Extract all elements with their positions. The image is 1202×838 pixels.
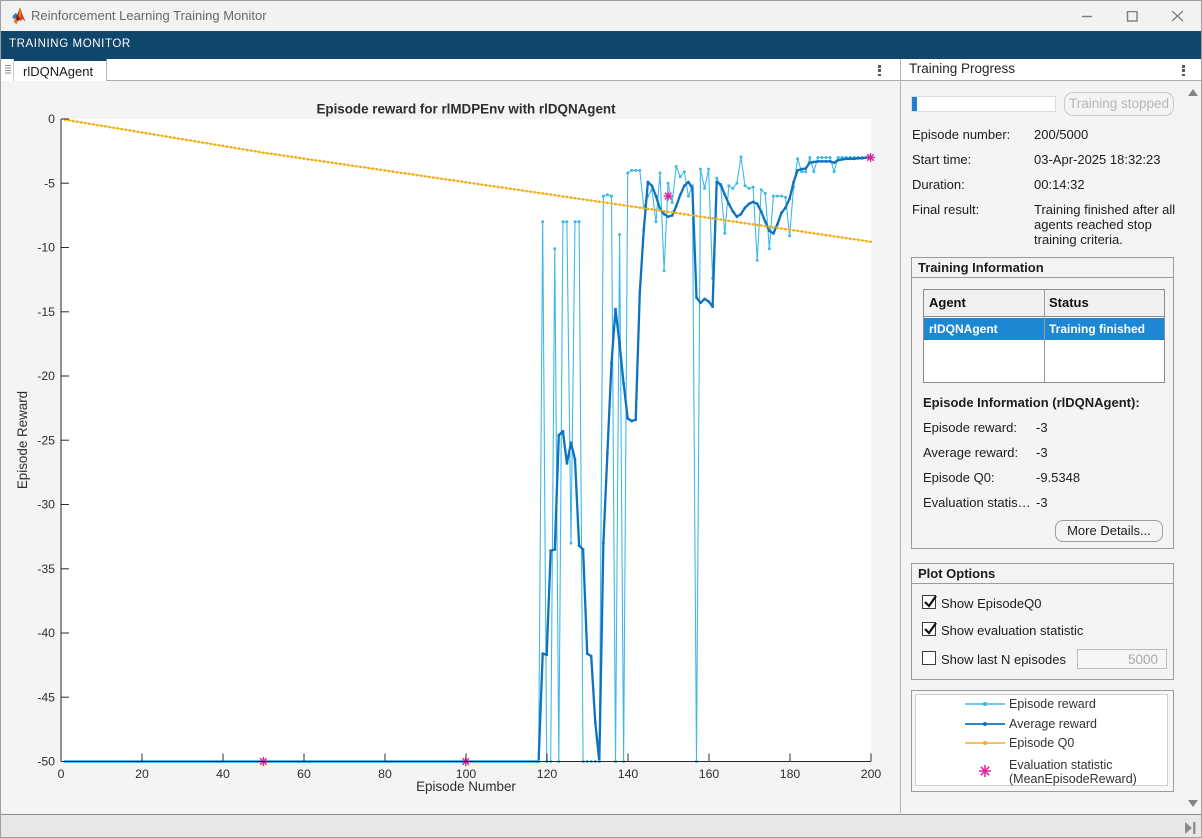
svg-text:-5: -5	[44, 177, 55, 191]
svg-text:200: 200	[861, 767, 882, 781]
svg-text:-35: -35	[37, 562, 55, 576]
svg-text:60: 60	[297, 767, 311, 781]
svg-text:-45: -45	[37, 691, 55, 705]
svg-text:120: 120	[537, 767, 558, 781]
svg-text:Episode Number: Episode Number	[416, 779, 516, 794]
svg-text:-50: -50	[37, 755, 55, 769]
svg-text:-10: -10	[37, 241, 55, 255]
svg-text:Episode reward for rlMDPEnv wi: Episode reward for rlMDPEnv with rlDQNAg…	[316, 102, 616, 117]
svg-text:-25: -25	[37, 433, 55, 447]
svg-text:-40: -40	[37, 626, 55, 640]
svg-text:160: 160	[699, 767, 720, 781]
svg-text:40: 40	[216, 767, 230, 781]
svg-text:20: 20	[135, 767, 149, 781]
svg-text:0: 0	[48, 112, 55, 126]
svg-text:80: 80	[378, 767, 392, 781]
svg-text:180: 180	[780, 767, 801, 781]
svg-text:0: 0	[58, 767, 65, 781]
svg-text:-30: -30	[37, 498, 55, 512]
svg-text:-20: -20	[37, 369, 55, 383]
svg-text:-15: -15	[37, 305, 55, 319]
svg-text:Episode Reward: Episode Reward	[15, 391, 30, 489]
svg-text:140: 140	[618, 767, 639, 781]
